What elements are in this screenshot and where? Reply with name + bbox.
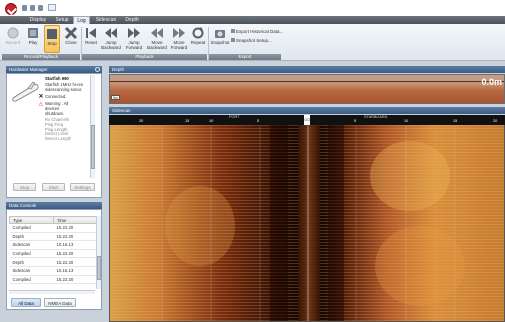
ribbon: Record Play Stop Close Reset Jump Backwa…: [0, 24, 505, 61]
repeat-button[interactable]: Repeat: [190, 25, 206, 53]
range-tick: 20: [493, 119, 498, 123]
hardware-manager-header: Hardware Manager: [6, 66, 102, 73]
tab-sidescan[interactable]: Sidescan: [92, 16, 120, 24]
data-console-header: Data Console: [6, 202, 102, 209]
quick-access-dropdown[interactable]: [48, 4, 56, 11]
device-details: Rx Channels Ping Freq Ping Length Detect…: [45, 117, 72, 142]
scrollbar-thumb[interactable]: [97, 256, 101, 280]
port-label: PORT: [229, 115, 240, 119]
depth-readout: 0.0m: [481, 77, 502, 87]
range-tick: 15: [185, 119, 190, 123]
move-backward-button[interactable]: Move Backward: [146, 25, 168, 53]
table-row[interactable]: Compiled 15.22.20: [9, 223, 97, 233]
table-row[interactable]: Depth 15.22.20: [9, 257, 97, 267]
data-console-hscrollbar[interactable]: [9, 290, 95, 294]
settings-icon: [231, 38, 235, 42]
range-tick: 5: [257, 119, 260, 123]
close-icon: [64, 26, 78, 40]
warning-message: Warning : All devices shutdown.: [45, 101, 69, 116]
towfish-icon: [12, 81, 39, 102]
depth-scale-label: 5m: [111, 95, 120, 100]
play-icon: [28, 28, 38, 38]
connected-status-icon: ✕: [38, 94, 44, 100]
ribbon-tab-bar: Display Setup Log Sidescan Depth: [0, 16, 505, 25]
tab-nmea-data[interactable]: NMEA Data: [44, 298, 76, 307]
jump-backward-icon: [105, 28, 117, 38]
reset-icon: [86, 28, 96, 38]
export-historical-data-button[interactable]: Export Historical Data...: [231, 29, 283, 35]
jump-forward-button[interactable]: Jump Forward: [124, 25, 144, 53]
snapshot-icon: [215, 30, 225, 38]
connected-status: Connected.: [45, 94, 67, 99]
move-forward-button[interactable]: Move Forward: [169, 25, 189, 53]
range-tick: 15: [453, 119, 458, 123]
range-tick: 10: [404, 119, 409, 123]
hardware-scrollbar[interactable]: [90, 75, 95, 178]
record-button[interactable]: Record: [4, 25, 22, 53]
pin-icon[interactable]: [95, 67, 100, 72]
depth-chart[interactable]: 0.0m 5m: [109, 74, 505, 104]
tab-depth[interactable]: Depth: [121, 16, 143, 24]
table-row[interactable]: Sidescan 10.16.13: [9, 266, 97, 276]
tab-all-data[interactable]: All Data: [11, 298, 41, 307]
snapshot-button[interactable]: Snapshot: [210, 25, 230, 53]
table-row[interactable]: Depth 15.22.20: [9, 232, 97, 242]
redo-icon[interactable]: [38, 5, 43, 11]
depth-surface-line: [110, 81, 504, 82]
group-label-export: Export: [209, 54, 281, 60]
range-tick: 10: [209, 119, 214, 123]
center-range-label: 0.0: [304, 115, 310, 125]
scrollbar-thumb[interactable]: [91, 125, 95, 169]
stop-button[interactable]: Stop: [44, 25, 60, 53]
sidescan-image: [110, 116, 504, 321]
jump-forward-icon: [128, 28, 140, 38]
sidescan-range-ruler: PORT STARBOARD 20 15 10 5 0.0 5 10 15 20: [109, 115, 505, 125]
undo-icon[interactable]: [30, 5, 35, 11]
data-console-panel: Type Time Compiled 15.22.20 Depth 15.22.20…: [6, 209, 102, 310]
repeat-icon: [192, 27, 204, 39]
title-bar: [0, 0, 505, 16]
app-logo-icon[interactable]: [5, 3, 17, 15]
data-console-table: Type Time Compiled 15.22.20 Depth 15.22.20…: [9, 216, 97, 285]
close-button[interactable]: Close: [63, 25, 79, 53]
column-header-type[interactable]: Type: [9, 216, 54, 224]
export-icon: [231, 29, 235, 33]
depth-view-header: Depth: [109, 66, 505, 73]
range-tick: 5: [354, 119, 357, 123]
move-forward-icon: [173, 28, 185, 38]
tab-setup[interactable]: Setup: [52, 16, 72, 24]
starboard-label: STARBOARD: [364, 115, 388, 119]
column-header-time[interactable]: Time: [53, 216, 97, 224]
play-button[interactable]: Play: [25, 25, 41, 53]
stop-icon: [47, 29, 57, 39]
table-row[interactable]: Compiled 15.22.20: [9, 275, 97, 285]
hardware-manager-panel: Starfish 990 Starfish 1MHz hi-res sidesc…: [6, 73, 102, 198]
warning-icon: ⚠: [38, 102, 44, 108]
sidescan-waterfall[interactable]: [109, 115, 505, 322]
start-device-button[interactable]: Start: [42, 183, 65, 191]
stop-device-button[interactable]: Stop: [13, 183, 36, 191]
group-label-record-playback: Record/Playback: [2, 54, 80, 60]
device-description: Starfish 1MHz hi-res sidescanning sonar.: [45, 82, 83, 92]
save-icon[interactable]: [22, 5, 27, 11]
move-backward-icon: [151, 28, 163, 38]
table-row[interactable]: Compiled 15.22.20: [9, 249, 97, 259]
data-console-scrollbar[interactable]: [96, 216, 101, 289]
sidescan-view-header: Sidescan: [109, 107, 505, 114]
snapshot-setup-button[interactable]: Snapshot Setup...: [231, 38, 272, 44]
table-row[interactable]: Sidescan 10.16.13: [9, 240, 97, 250]
range-tick: 20: [139, 119, 144, 123]
tab-display[interactable]: Display: [26, 16, 50, 24]
jump-backward-button[interactable]: Jump Backward: [100, 25, 122, 53]
reset-button[interactable]: Reset: [83, 25, 99, 53]
group-label-playback: Playback: [82, 54, 207, 60]
device-settings-button[interactable]: Settings: [70, 183, 95, 191]
record-icon: [7, 27, 19, 39]
